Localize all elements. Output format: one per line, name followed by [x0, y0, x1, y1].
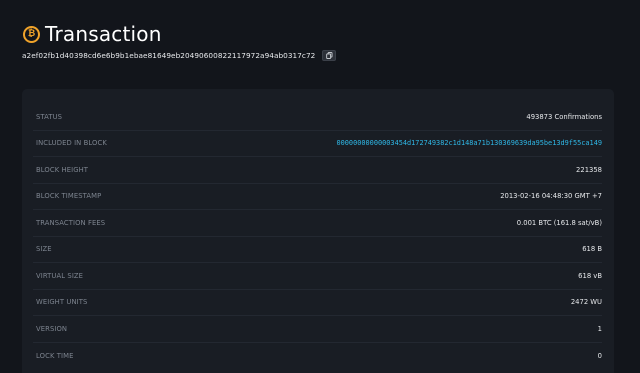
- detail-label: SIZE: [36, 245, 52, 254]
- txid-row: a2ef02fb1d40398cd6e6b9b1ebae81649eb20490…: [22, 50, 337, 61]
- transaction-id: a2ef02fb1d40398cd6e6b9b1ebae81649eb20490…: [22, 51, 316, 60]
- page-header: ₿ Transaction: [23, 22, 162, 46]
- page-title: Transaction: [45, 22, 162, 46]
- detail-label: STATUS: [36, 112, 63, 121]
- copy-button[interactable]: [322, 50, 337, 61]
- detail-label: INCLUDED IN BLOCK: [36, 139, 107, 148]
- detail-row-weight-units: WEIGHT UNITS 2472 WU: [33, 290, 602, 316]
- copy-icon: [326, 52, 333, 59]
- size-value: 618 B: [582, 245, 602, 254]
- confirmations-value: 493873 Confirmations: [526, 112, 602, 121]
- detail-label: LOCK TIME: [36, 351, 74, 360]
- details-list: STATUS 493873 Confirmations INCLUDED IN …: [33, 104, 602, 369]
- detail-row-transaction-fees: TRANSACTION FEES 0.001 BTC (161.8 sat/vB…: [33, 210, 602, 237]
- detail-row-version: VERSION 1: [33, 316, 602, 343]
- detail-label: BLOCK HEIGHT: [36, 165, 89, 174]
- detail-row-block-height: BLOCK HEIGHT 221358: [33, 157, 602, 184]
- virtual-size-value: 618 vB: [578, 271, 602, 280]
- transaction-fees-value: 0.001 BTC (161.8 sat/vB): [516, 218, 602, 227]
- block-hash-link[interactable]: 00000000000003454d172749382c1d148a71b130…: [336, 139, 602, 147]
- transaction-details-card: STATUS 493873 Confirmations INCLUDED IN …: [22, 89, 614, 373]
- detail-row-lock-time: LOCK TIME 0: [33, 343, 602, 370]
- detail-row-virtual-size: VIRTUAL SIZE 618 vB: [33, 263, 602, 290]
- detail-row-status: STATUS 493873 Confirmations: [33, 104, 602, 131]
- weight-units-value: 2472 WU: [570, 298, 602, 307]
- bitcoin-icon: ₿: [23, 25, 40, 43]
- version-value: 1: [597, 324, 602, 333]
- detail-label: WEIGHT UNITS: [36, 298, 88, 307]
- detail-row-block-timestamp: BLOCK TIMESTAMP 2013-02-16 04:48:30 GMT …: [33, 184, 602, 210]
- detail-row-included-in-block: INCLUDED IN BLOCK 00000000000003454d1727…: [33, 131, 602, 157]
- lock-time-value: 0: [597, 351, 602, 360]
- detail-row-size: SIZE 618 B: [33, 237, 602, 263]
- detail-label: VIRTUAL SIZE: [36, 271, 84, 280]
- transaction-page: ₿ Transaction a2ef02fb1d40398cd6e6b9b1eb…: [0, 0, 640, 373]
- detail-label: BLOCK TIMESTAMP: [36, 192, 102, 201]
- block-timestamp-value: 2013-02-16 04:48:30 GMT +7: [500, 192, 602, 201]
- detail-label: VERSION: [36, 324, 68, 333]
- detail-label: TRANSACTION FEES: [36, 218, 106, 227]
- block-height-value: 221358: [576, 165, 602, 174]
